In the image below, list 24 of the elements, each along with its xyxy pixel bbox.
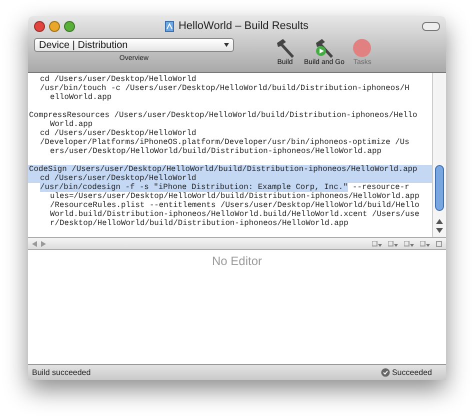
popup-menu-icon[interactable]: [404, 240, 414, 246]
no-editor-label: No Editor: [212, 254, 262, 268]
check-icon: [380, 368, 390, 377]
minimize-button[interactable]: [49, 20, 60, 32]
toolbar-toggle-button[interactable]: [422, 22, 440, 30]
back-icon[interactable]: [32, 240, 37, 246]
hammer-play-icon: [313, 38, 336, 58]
split-view-icon[interactable]: [436, 240, 442, 246]
stop-icon: [352, 38, 372, 58]
configuration-dropdown[interactable]: Device | Distribution: [34, 38, 234, 52]
hammer-icon: [274, 38, 296, 58]
status-message: Build succeeded: [32, 368, 91, 377]
build-result: Succeeded: [392, 368, 432, 377]
forward-icon[interactable]: [41, 240, 46, 246]
zoom-button[interactable]: [64, 20, 75, 32]
scroll-arrows-icon[interactable]: [436, 218, 443, 234]
caret-icon: [224, 43, 229, 47]
popup-menu-icon[interactable]: [372, 240, 382, 246]
popup-menu-icon[interactable]: [420, 240, 430, 246]
scrollbar-thumb[interactable]: [435, 165, 444, 211]
popup-menu-icon[interactable]: [388, 240, 398, 246]
window-title: HelloWorld – Build Results: [178, 20, 309, 32]
document-icon: [165, 20, 174, 32]
close-button[interactable]: [34, 20, 45, 32]
